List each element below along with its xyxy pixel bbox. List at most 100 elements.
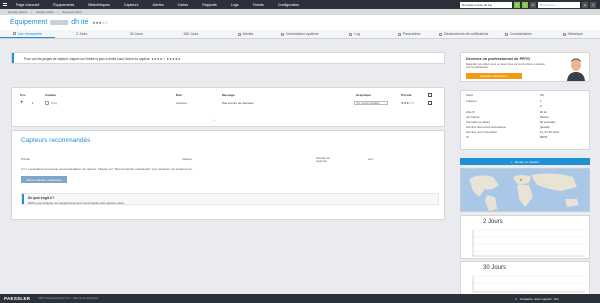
- history-icon: [562, 32, 566, 36]
- col-sensor[interactable]: Capteur: [45, 93, 56, 97]
- tab-30days[interactable]: 30 Jours: [109, 30, 164, 38]
- page-header: Équipement dh ité ★★★☆☆: [0, 15, 600, 30]
- refresh-select[interactable]: Nouvelle entrée de log: [460, 1, 512, 8]
- world-map[interactable]: [460, 168, 590, 212]
- top-nav: Page d'accueil Équipements Bibliothèques…: [0, 0, 600, 9]
- tab-label: Log: [354, 32, 360, 36]
- notice-text: Pour voir les jauges de capteur, cliquez…: [24, 57, 181, 61]
- row-checkbox[interactable]: [428, 100, 432, 105]
- section-title: Capteurs recommandés: [21, 137, 91, 144]
- breadcrumb-sep: ›: [31, 10, 33, 14]
- tab-bar: Vue d'ensemble 2 Jours 30 Jours 365 Jour…: [0, 30, 600, 39]
- graph-plot: [472, 229, 585, 257]
- sensor-table: Pos Capteur État Message Graphique Prior…: [11, 87, 445, 127]
- tab-overview[interactable]: Vue d'ensemble: [0, 30, 55, 38]
- breadcrumb-item[interactable]: Groupe racine: [8, 10, 27, 14]
- nav-setup[interactable]: Configuration: [271, 3, 306, 7]
- col-priority[interactable]: Priorité: [401, 93, 412, 97]
- sensor-priority[interactable]: ★★★☆☆: [401, 101, 414, 105]
- promo-title: Devenez un professionnel de PRTG: [466, 57, 531, 61]
- tab-label: Informations système: [286, 32, 319, 36]
- tab-settings[interactable]: Paramètres: [382, 30, 437, 38]
- version-text[interactable]: PRTG Network Monitor 23.1 · Mise à jour …: [38, 297, 98, 300]
- page-title: Équipement dh ité ★★★☆☆: [10, 19, 108, 26]
- help-icon[interactable]: ?: [590, 1, 596, 8]
- recommend-now-button[interactable]: Recommander maintenant: [21, 176, 67, 183]
- contact-support-link[interactable]: Contacter notre support · Pro: [515, 297, 559, 301]
- promo-box: Devenez un professionnel de PRTG Regarde…: [460, 52, 590, 82]
- add-sensor-button[interactable]: + Ajouter un capteur: [460, 158, 590, 165]
- add-sensor-label: Ajouter un capteur: [514, 159, 540, 164]
- row-pos: 1: [32, 101, 34, 105]
- nav-home[interactable]: Page d'accueil: [9, 3, 46, 7]
- breadcrumb-sep: ›: [57, 10, 59, 14]
- col-link: Lien: [368, 157, 374, 161]
- prop-label: Capteurs: [466, 100, 477, 103]
- nav-alarms[interactable]: Alertes: [145, 3, 170, 7]
- nav-reports[interactable]: Rapports: [195, 3, 224, 7]
- tab-label: 2 Jours: [76, 32, 88, 36]
- tab-label: Alertes: [242, 32, 254, 36]
- breadcrumb-item[interactable]: Serveurs Gold: [62, 10, 81, 14]
- tab-system-info[interactable]: Informations système: [273, 30, 328, 38]
- gauge-notice: Pour voir les jauges de capteur, cliquez…: [11, 52, 445, 64]
- presenter-avatar: [565, 56, 587, 81]
- col-status[interactable]: État: [176, 93, 182, 97]
- priority-stars[interactable]: ★★★☆☆: [92, 21, 108, 25]
- plus-icon: +: [510, 159, 513, 164]
- gear-icon: [397, 32, 401, 36]
- graph-30-days[interactable]: 30 Jours: [460, 261, 590, 295]
- col-sensor: Capteur: [182, 157, 192, 161]
- trigger-icon: [439, 32, 442, 36]
- prop-label: Hôte IP: [466, 111, 475, 114]
- count-badge[interactable]: 1: [522, 1, 528, 8]
- tab-label: Commentaires: [509, 32, 532, 36]
- prop-label: Dernière recommandation: [466, 131, 498, 134]
- tab-2days[interactable]: 2 Jours: [55, 30, 110, 38]
- col-message[interactable]: Message: [222, 93, 235, 97]
- col-graph[interactable]: Graphique: [356, 93, 371, 97]
- col-pos[interactable]: Pos: [20, 93, 26, 97]
- tab-comments[interactable]: Commentaires: [491, 30, 546, 38]
- help-box: De quoi s'agit-il ? PRTG peut analyser v…: [21, 193, 439, 205]
- prop-value: 0: [540, 105, 542, 108]
- nav-maps[interactable]: Cartes: [171, 3, 196, 7]
- tab-label: 30 Jours: [129, 32, 143, 36]
- tab-notification-triggers[interactable]: Déclencheurs de notifications: [436, 30, 491, 38]
- nav-sensors[interactable]: Capteurs: [117, 3, 146, 7]
- tab-label: 365 Jours: [183, 32, 199, 36]
- tab-label: Paramètres: [402, 32, 421, 36]
- graph-2-days[interactable]: 2 Jours: [460, 215, 590, 259]
- nav-libraries[interactable]: Bibliothèques: [81, 3, 117, 7]
- ok-status-icon[interactable]: ✔: [514, 1, 520, 8]
- watch-now-button[interactable]: Regarder maintenant ▸: [466, 73, 522, 79]
- search-input[interactable]: Recherche...: [538, 1, 580, 8]
- tab-365days[interactable]: 365 Jours: [164, 30, 219, 38]
- sensor-name[interactable]: Ping: [51, 101, 57, 105]
- properties-panel: Statut OK Capteurs 1 0 Hôte IP dh ité Ab…: [460, 90, 590, 150]
- nav-tickets[interactable]: Tickets: [246, 3, 271, 7]
- breadcrumb-item[interactable]: Sonde locale: [36, 10, 53, 14]
- select-all-checkbox[interactable]: [428, 92, 432, 97]
- overview-icon: [12, 32, 16, 35]
- prop-label: Statut: [466, 94, 474, 97]
- notice-accent-bar: [12, 53, 14, 63]
- sensor-status: Inconnu: [176, 101, 187, 105]
- help-accent-bar: [22, 194, 24, 204]
- prop-value: Partout: [540, 116, 549, 119]
- tab-history[interactable]: Historique: [545, 30, 600, 38]
- menu-icon[interactable]: [3, 3, 7, 6]
- user-icon[interactable]: ●: [582, 1, 588, 8]
- nav-devices[interactable]: Équipements: [46, 3, 81, 7]
- refresh-icon[interactable]: ↻: [530, 1, 536, 8]
- info-icon: [281, 32, 285, 36]
- tab-log[interactable]: Log: [327, 30, 382, 38]
- add-icon[interactable]: +: [20, 100, 24, 106]
- graph-select[interactable]: Voir courbe détaillée: [354, 100, 388, 105]
- nav-logs[interactable]: Logs: [224, 3, 246, 7]
- redacted-block: [50, 19, 69, 25]
- contact-label: Contacter notre support · Pro: [520, 296, 559, 301]
- pager-icon[interactable]: ‹ ›: [213, 118, 216, 122]
- tab-alarms[interactable]: Alertes: [218, 30, 273, 38]
- tab-label: Déclencheurs de notifications: [444, 32, 489, 36]
